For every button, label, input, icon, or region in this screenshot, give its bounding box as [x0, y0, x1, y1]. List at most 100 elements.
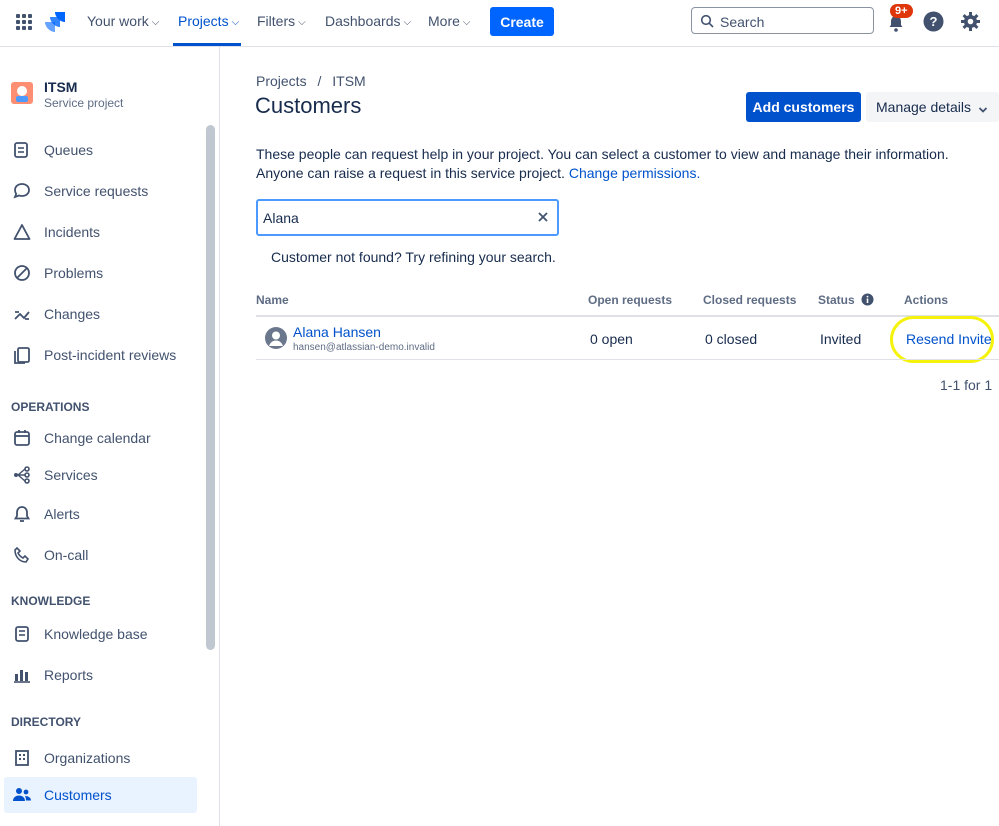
page-title: Customers	[255, 93, 362, 118]
breadcrumb-projects-link[interactable]: Projects	[256, 73, 307, 89]
customer-name-link[interactable]: Alana Hansen	[293, 324, 381, 340]
search-input[interactable]: Search	[691, 7, 874, 34]
sidebar-item-label: Incidents	[44, 224, 101, 240]
section-heading-operations: OPERATIONS	[11, 400, 90, 414]
nav-your-work[interactable]: Your work ⌵	[87, 13, 159, 29]
breadcrumb: Projects / ITSM	[256, 73, 366, 89]
add-customers-button[interactable]: Add customers	[746, 92, 861, 122]
section-heading-directory: DIRECTORY	[11, 715, 82, 729]
book-icon	[12, 624, 32, 644]
sidebar-item-label: Reports	[44, 667, 94, 683]
building-icon	[12, 748, 32, 768]
nav-filters[interactable]: Filters ⌵	[257, 13, 306, 29]
prohibited-icon	[12, 263, 32, 283]
column-header-actions: Actions	[904, 293, 949, 307]
people-icon	[12, 785, 32, 805]
bar-chart-icon	[12, 665, 32, 685]
sidebar-item-post-incident-reviews[interactable]: Post-incident reviews	[0, 337, 200, 373]
chevron-down-icon: ⌵	[462, 17, 471, 28]
nav-more[interactable]: More ⌵	[428, 13, 471, 29]
highlight-annotation	[890, 316, 994, 363]
sidebar-item-customers[interactable]: Customers	[4, 777, 197, 813]
sidebar-item-problems[interactable]: Problems	[0, 255, 200, 291]
bell-icon	[12, 504, 32, 524]
sidebar-item-queues[interactable]: Queues	[0, 132, 200, 168]
search-hint: Customer not found? Try refining your se…	[271, 249, 556, 265]
customer-email: hansen@atlassian-demo.invalid	[293, 342, 435, 353]
sidebar-item-change-calendar[interactable]: Change calendar	[0, 420, 200, 456]
warning-triangle-icon	[12, 222, 32, 242]
nav-projects-label: Projects	[178, 13, 229, 29]
customer-search-input[interactable]: Alana	[256, 199, 559, 236]
sidebar-item-label: Service requests	[44, 183, 149, 199]
settings-gear-icon[interactable]	[960, 11, 981, 32]
notifications-badge: 9+	[890, 4, 913, 18]
nav-projects[interactable]: Projects ⌵	[178, 13, 239, 29]
chevron-down-icon: ⌵	[298, 17, 306, 28]
info-icon[interactable]	[861, 293, 874, 309]
sidebar-item-label: Post-incident reviews	[44, 347, 177, 363]
top-navigation: Your work ⌵ Projects ⌵ Filters ⌵ Dashboards…	[0, 0, 999, 47]
sidebar-item-label: Change calendar	[44, 430, 151, 446]
sidebar-item-organizations[interactable]: Organizations	[0, 740, 200, 776]
sidebar-item-label: Problems	[44, 265, 104, 281]
help-icon[interactable]: ?	[923, 11, 944, 32]
pagination-summary: 1-1 for 1	[940, 377, 993, 393]
column-header-status-label: Status	[818, 293, 855, 307]
column-header-open-requests[interactable]: Open requests	[588, 293, 672, 307]
column-header-name[interactable]: Name	[256, 293, 289, 307]
breadcrumb-project-link[interactable]: ITSM	[332, 73, 365, 89]
sidebar-item-on-call[interactable]: On-call	[0, 537, 200, 573]
nav-dashboards-label: Dashboards	[325, 13, 401, 29]
project-type: Service project	[44, 96, 124, 110]
phone-icon	[12, 545, 32, 565]
app-switcher-icon[interactable]	[14, 12, 34, 32]
manage-details-button[interactable]: Manage details	[866, 92, 999, 122]
changes-icon	[12, 304, 32, 324]
nav-filters-label: Filters	[257, 13, 296, 29]
open-requests-count: 0 open	[590, 331, 633, 347]
project-avatar[interactable]	[11, 82, 33, 104]
sidebar-item-label: Knowledge base	[44, 626, 148, 642]
sidebar-item-reports[interactable]: Reports	[0, 657, 200, 693]
column-header-status: Status	[818, 293, 874, 309]
calendar-icon	[12, 428, 32, 448]
search-placeholder: Search	[720, 14, 765, 30]
jira-logo-icon[interactable]	[45, 10, 67, 34]
sidebar-item-label: On-call	[44, 547, 89, 563]
services-network-icon	[12, 465, 32, 485]
active-nav-indicator	[173, 43, 241, 46]
column-header-closed-requests[interactable]: Closed requests	[703, 293, 796, 307]
table-row-divider	[256, 359, 999, 360]
table-header-divider	[256, 315, 999, 317]
sidebar-item-knowledge-base[interactable]: Knowledge base	[0, 616, 200, 652]
chevron-down-icon: ⌵	[151, 17, 160, 28]
sidebar-item-label: Organizations	[44, 750, 131, 766]
sidebar-item-label: Alerts	[44, 506, 80, 522]
sidebar-item-alerts[interactable]: Alerts	[0, 496, 200, 532]
chevron-down-icon: ⌵	[403, 17, 412, 28]
description-line-2-text: Anyone can raise a request in this servi…	[256, 165, 565, 181]
sidebar-item-incidents[interactable]: Incidents	[0, 214, 200, 250]
sidebar-scrollbar[interactable]	[206, 125, 215, 650]
closed-requests-count: 0 closed	[705, 331, 758, 347]
sidebar-item-label: Queues	[44, 142, 94, 158]
nav-more-label: More	[428, 13, 460, 29]
svg-text:?: ?	[930, 14, 938, 29]
sidebar-item-services[interactable]: Services	[0, 457, 200, 493]
change-permissions-link[interactable]: Change permissions.	[569, 165, 701, 181]
description-line-1: These people can request help in your pr…	[256, 146, 949, 162]
customer-status: Invited	[820, 331, 862, 347]
sidebar-item-label: Services	[44, 467, 98, 483]
search-icon	[700, 14, 714, 28]
section-heading-knowledge: KNOWLEDGE	[11, 594, 91, 608]
description-line-2: Anyone can raise a request in this servi…	[256, 164, 949, 183]
page-description: These people can request help in your pr…	[256, 145, 949, 183]
clear-search-icon[interactable]	[537, 208, 549, 228]
create-button[interactable]: Create	[490, 7, 554, 36]
sidebar-item-service-requests[interactable]: Service requests	[0, 173, 200, 209]
sidebar-item-label: Customers	[44, 787, 112, 803]
sidebar-item-changes[interactable]: Changes	[0, 296, 200, 332]
nav-dashboards[interactable]: Dashboards ⌵	[325, 13, 411, 29]
customer-avatar	[265, 327, 287, 349]
